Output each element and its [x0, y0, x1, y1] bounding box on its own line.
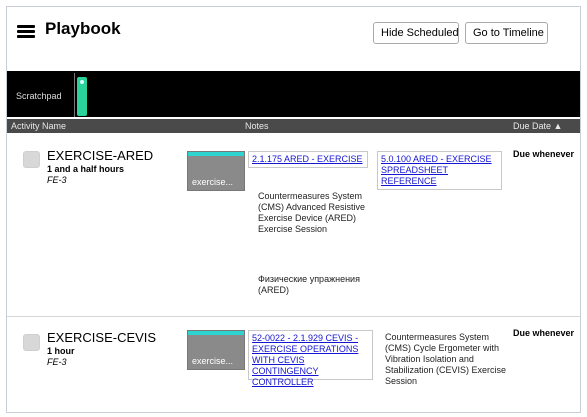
scratchpad-divider [74, 73, 75, 117]
row-divider [7, 316, 580, 317]
activity-tile[interactable]: exercise... [187, 330, 245, 370]
activity-duration: 1 and a half hours [47, 164, 125, 174]
activity-location: FE-3 [47, 357, 67, 367]
due-date: Due whenever [513, 328, 575, 338]
activity-checkbox[interactable] [23, 151, 40, 168]
scratchpad-band[interactable] [7, 71, 580, 117]
activity-note-ru: Физические упражнения (ARED) [258, 274, 360, 295]
tile-accent [188, 152, 244, 156]
activity-row: EXERCISE-CEVIS 1 hour FE-3 exercise... 5… [7, 319, 580, 412]
activity-location: FE-3 [47, 175, 67, 185]
activity-note: Countermeasures System (CMS) Cycle Ergom… [385, 332, 507, 386]
procedure-link-box: 2.1.175 ARED - EXERCISE [248, 151, 368, 168]
column-due-date-sort[interactable]: Due Date ▲ [513, 119, 562, 133]
tile-label: exercise... [192, 177, 234, 187]
hamburger-menu-icon[interactable] [17, 25, 35, 39]
activity-row: EXERCISE-ARED 1 and a half hours FE-3 ex… [7, 134, 580, 317]
timeline-marker-handle[interactable] [77, 77, 87, 116]
due-date: Due whenever [513, 149, 575, 159]
procedure-link[interactable]: 52-0022 - 2.1.929 CEVIS - EXERCISE OPERA… [252, 333, 358, 387]
scratchpad-label: Scratchpad [16, 91, 62, 101]
activity-tile[interactable]: exercise... [187, 151, 245, 191]
activity-checkbox[interactable] [23, 334, 40, 351]
tile-label: exercise... [192, 356, 234, 366]
procedure-link[interactable]: 2.1.175 ARED - EXERCISE [252, 154, 363, 164]
procedure-link-box: 52-0022 - 2.1.929 CEVIS - EXERCISE OPERA… [248, 330, 373, 387]
procedure-link-box: 5.0.100 ARED - EXERCISE SPREADSHEET REFE… [377, 151, 502, 190]
procedure-link[interactable]: 5.0.100 ARED - EXERCISE SPREADSHEET REFE… [381, 154, 492, 186]
go-to-timeline-button[interactable]: Go to Timeline [465, 22, 548, 44]
activity-name: EXERCISE-ARED [47, 148, 154, 163]
activity-note: Countermeasures System (CMS) Advanced Re… [258, 191, 366, 234]
activity-name: EXERCISE-CEVIS [47, 330, 157, 345]
tile-accent [188, 331, 244, 335]
column-notes[interactable]: Notes [245, 119, 269, 133]
column-header-bar: Activity Name Notes Due Date ▲ [7, 119, 580, 133]
hide-scheduled-button[interactable]: Hide Scheduled [373, 22, 459, 44]
activity-duration: 1 hour [47, 346, 75, 356]
playbook-window: Playbook Hide Scheduled Go to Timeline S… [6, 6, 581, 413]
column-activity-name[interactable]: Activity Name [11, 119, 66, 133]
page-title: Playbook [45, 19, 121, 38]
